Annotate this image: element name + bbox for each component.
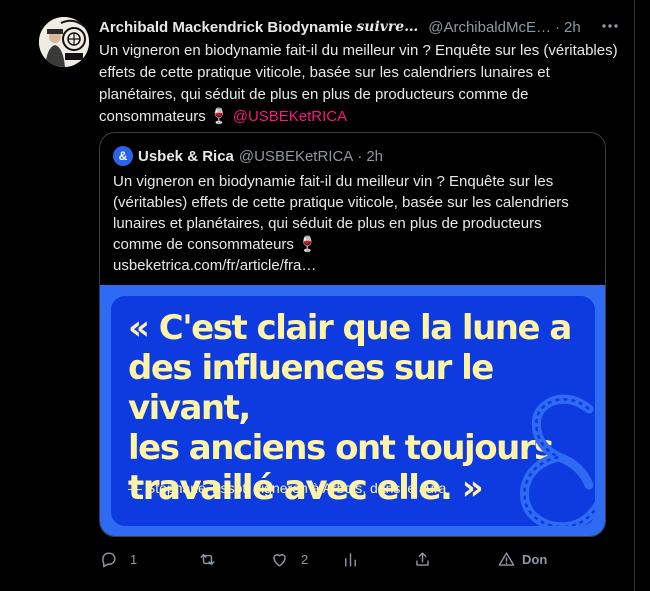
retweet-button[interactable] [198,550,229,569]
quoted-author-handle: @USBEKetRICA [238,147,354,165]
quoted-timestamp: 2h [366,147,383,165]
tweet[interactable]: Archibald Mackendrick Biodynamie suivre…… [22,0,634,591]
mention-link[interactable]: @USBEKetRICA [233,108,347,125]
share-button[interactable] [413,550,432,569]
tweet-actions: 1 2 Don [99,548,619,572]
tweet-header: Archibald Mackendrick Biodynamie suivre…… [99,16,629,38]
pull-quote-line: « C'est clair que la lune a [128,308,572,348]
quoted-author-name: Usbek & Rica [138,147,234,165]
author-name[interactable]: Archibald Mackendrick Biodynamie [99,19,352,36]
tweet-timestamp[interactable]: 2h [564,19,581,36]
tweet-text: Un vigneron en biodynamie fait-il du mei… [99,40,631,128]
like-button[interactable]: 2 [270,550,308,569]
quote-attribution: — Stéphane Tissot, vigneron à Arbois, da… [128,480,447,496]
quoted-tweet-text: Un vigneron en biodynamie fait-il du mei… [113,171,593,276]
tip-icon [498,552,515,566]
quoted-link[interactable]: usbeketrica.com/fr/article/fra… [113,257,316,274]
ampersand-decoration-icon [520,394,595,526]
quoted-author-avatar: & [113,146,133,166]
quoted-separator-dot: · [357,147,363,165]
column-divider [634,0,635,591]
avatar-illustration-icon [39,17,89,67]
quoted-media-image[interactable]: « C'est clair que la lune a des influenc… [100,285,605,536]
like-count: 2 [301,552,309,567]
donate-label: Don [522,552,548,567]
reply-count: 1 [130,552,138,567]
author-avatar[interactable] [39,17,89,67]
donate-button[interactable]: Don [497,550,547,569]
analytics-button[interactable] [341,550,360,569]
analytics-icon [345,553,356,567]
reply-icon [102,552,116,568]
left-gutter [0,0,22,591]
author-name-suffix[interactable]: suivre… [356,19,418,35]
author-handle[interactable]: @ArchibaldMcE… [428,19,551,36]
reply-button[interactable]: 1 [99,550,137,569]
ampersand-logo-icon: & [118,149,128,163]
retweet-icon [200,554,215,565]
share-icon [416,552,429,566]
quoted-body: Un vigneron en biodynamie fait-il du mei… [113,173,569,253]
more-options-button[interactable] [600,16,620,41]
quoted-tweet-header: & Usbek & Rica @USBEKetRICA · 2h [113,146,383,166]
quoted-tweet[interactable]: & Usbek & Rica @USBEKetRICA · 2h Un vign… [99,132,606,537]
heart-icon [273,554,286,567]
tweet-body: Un vigneron en biodynamie fait-il du mei… [99,42,618,125]
more-icon [602,24,618,28]
separator-dot: · [554,18,560,36]
quote-card: « C'est clair que la lune a des influenc… [111,296,595,526]
